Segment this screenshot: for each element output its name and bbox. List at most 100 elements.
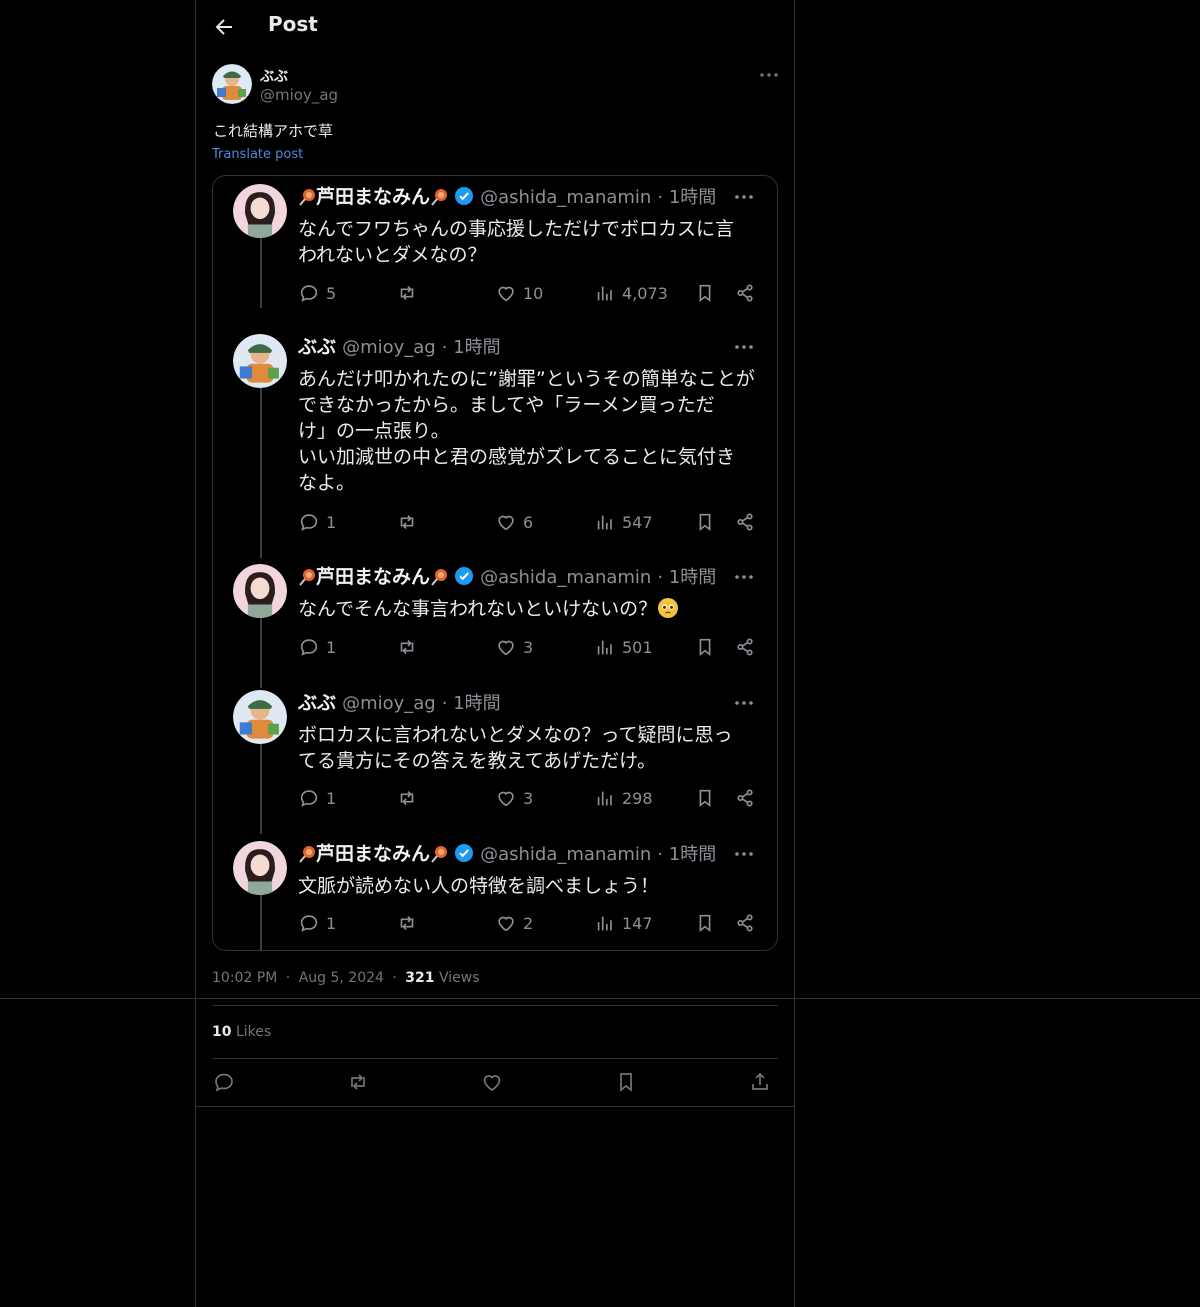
reply-author-name: ぶぶ [298, 336, 337, 358]
share-icon [737, 284, 753, 302]
share-icon[interactable] [748, 1070, 772, 1094]
view-count: 4,073 [622, 283, 668, 303]
pleading-face-icon [658, 598, 679, 618]
reply-count: 1 [326, 637, 337, 657]
view-count: 147 [622, 913, 653, 933]
views-icon [597, 791, 612, 806]
reply-body: 文脈が読めない人の特徴を調べましょう！ [298, 875, 660, 897]
reply-text: あんだけ叩かれたのに”謝罪”というその簡単なことが できなかったから。ましてや「… [298, 366, 758, 496]
main-column: Post ぶぶ @mioy_ag これ結構アホで草 Translate post… [195, 0, 795, 1307]
views-icon [597, 286, 612, 301]
post-meta: 10:02 PM · Aug 5, 2024 · 321 Views [212, 970, 480, 986]
view-count: 501 [622, 637, 653, 657]
views-icon [597, 916, 612, 931]
more-options-icon [735, 575, 753, 579]
reply-avatar [233, 184, 287, 238]
bookmark-icon [699, 914, 711, 933]
repost-icon[interactable] [346, 1070, 370, 1094]
bookmark-icon[interactable] [614, 1070, 638, 1094]
post-time[interactable]: 10:02 PM [212, 970, 277, 986]
views-icon [597, 515, 612, 530]
reply-author-name: ぶぶ [298, 692, 337, 714]
reply-text: ボロカスに言われないとダメなの？って疑問に思っ てる貴方にその答えを教えてあげた… [298, 722, 758, 774]
post-action-bar [212, 1070, 778, 1094]
reply-header: ぶぶ @mioy_ag · 1時間 [298, 690, 501, 716]
verified-badge-icon [455, 187, 474, 205]
like-count: 2 [523, 913, 534, 933]
view-count: 547 [622, 512, 653, 532]
verified-badge-icon [455, 844, 474, 862]
more-options-icon [735, 701, 753, 705]
reply-avatar [233, 690, 287, 744]
repost-icon [400, 790, 414, 806]
post-text: これ結構アホで草 [213, 122, 334, 140]
reply-text: 文脈が読めない人の特徴を調べましょう！ [298, 873, 758, 899]
reply-actions: 1 3 298 [298, 786, 758, 810]
like-count: 3 [523, 788, 534, 808]
author-handle[interactable]: @mioy_ag [260, 86, 338, 104]
reply-time: · 1時間 [657, 567, 717, 588]
repost-icon [400, 639, 414, 655]
reply-body: なんでそんな事言われないといけないの？ [298, 596, 758, 622]
like-icon [498, 916, 514, 932]
repost-icon [400, 514, 414, 530]
bookmark-icon [699, 638, 711, 657]
reply-time: · 1時間 [441, 337, 501, 358]
like-count: 6 [523, 512, 534, 532]
like-icon [498, 515, 514, 531]
page-title: Post [268, 12, 318, 36]
likes-count: 10 [212, 1024, 232, 1040]
reply-actions: 1 6 547 [298, 510, 758, 534]
reply-icon [300, 639, 318, 656]
like-icon [498, 791, 514, 807]
view-count: 298 [622, 788, 653, 808]
more-options-icon[interactable] [758, 66, 780, 84]
meta-separator: · [392, 970, 397, 986]
views-icon [597, 640, 612, 655]
reply-count: 1 [326, 913, 337, 933]
reply-header: 芦田まなみん @ashida_manamin · 1時間 [298, 184, 716, 210]
header: Post [196, 0, 794, 54]
lollipop-icon [431, 189, 448, 206]
translate-post-link[interactable]: Translate post [212, 147, 303, 162]
reply-icon [300, 285, 318, 302]
views-label: Views [438, 970, 480, 986]
reply-time: · 1時間 [657, 844, 717, 865]
author-name[interactable]: ぶぶ [260, 66, 288, 86]
like-icon [498, 640, 514, 656]
reply-icon[interactable] [212, 1070, 236, 1094]
divider [212, 1058, 778, 1059]
meta-separator: · [285, 970, 291, 986]
reply-handle: @mioy_ag [342, 693, 436, 714]
likes-label: Likes [235, 1024, 272, 1040]
bookmark-icon [699, 513, 711, 532]
post-image[interactable]: 芦田まなみん @ashida_manamin · 1時間 なんでフワちゃんの事応援… [212, 175, 778, 951]
author-avatar[interactable] [212, 64, 252, 104]
horizontal-rule [0, 998, 1200, 999]
back-arrow-icon[interactable] [212, 15, 236, 39]
lollipop-icon [431, 846, 448, 863]
post-date[interactable]: Aug 5, 2024 [299, 970, 384, 986]
reply-actions: 5 10 4,073 [298, 281, 758, 305]
share-icon [737, 638, 753, 656]
thread-reply: 芦田まなみん @ashida_manamin · 1時間なんでそんな事言われない… [213, 564, 777, 665]
reply-avatar [233, 334, 287, 388]
share-icon [737, 513, 753, 531]
bookmark-icon [699, 284, 711, 303]
reply-avatar [233, 841, 287, 895]
likes-link[interactable]: 10 Likes [212, 1024, 271, 1040]
reply-time: · 1時間 [657, 187, 717, 208]
repost-icon [400, 285, 414, 301]
reply-header: 芦田まなみん @ashida_manamin · 1時間 [298, 564, 716, 590]
thread-reply: ぶぶ @mioy_ag · 1時間ボロカスに言われないとダメなの？って疑問に思っ… [213, 690, 777, 816]
reply-author-name: 芦田まなみん [316, 566, 431, 588]
reply-author-name: 芦田まなみん [316, 843, 431, 865]
verified-badge-icon [455, 567, 474, 585]
reply-count: 1 [326, 512, 337, 532]
reply-handle: @mioy_ag [342, 337, 436, 358]
like-icon [498, 286, 514, 302]
reply-body: あんだけ叩かれたのに”謝罪”というその簡単なことが できなかったから。ましてや「… [298, 368, 755, 494]
reply-icon [300, 514, 318, 531]
like-icon[interactable] [480, 1070, 504, 1094]
reply-header: 芦田まなみん @ashida_manamin · 1時間 [298, 841, 716, 867]
